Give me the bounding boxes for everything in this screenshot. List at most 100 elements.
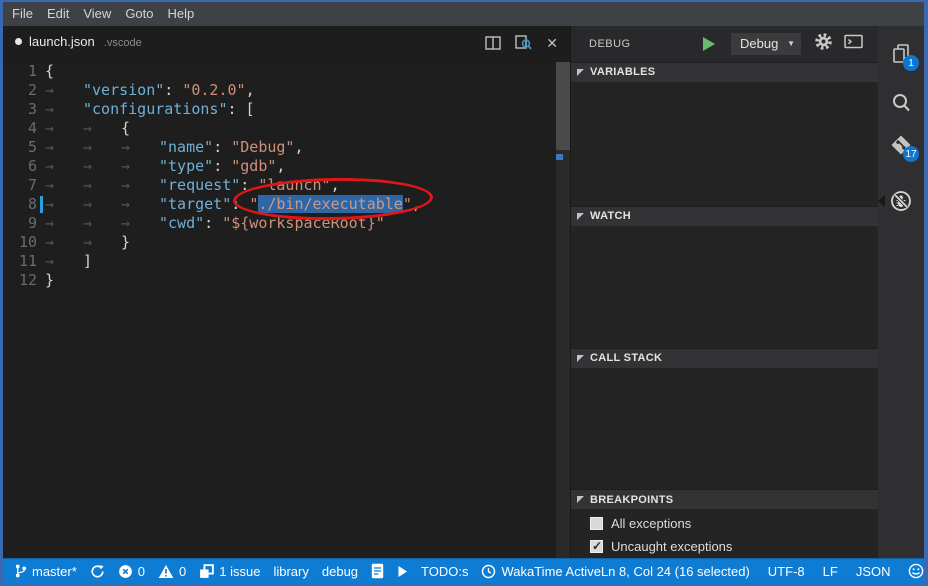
git-branch-icon xyxy=(14,563,27,579)
editor-scrollbar[interactable] xyxy=(556,62,570,558)
status-item-label: LF xyxy=(823,564,838,579)
status-item-master[interactable]: master* xyxy=(14,563,77,579)
status-bar-right: Ln 8, Col 24 (16 selected) UTF-8 LF JSON xyxy=(601,563,925,579)
files-icon[interactable]: 1 xyxy=(890,43,912,65)
status-item-play[interactable] xyxy=(397,565,408,578)
line-number[interactable]: 2 xyxy=(3,81,37,100)
status-item-debug[interactable]: debug xyxy=(322,564,358,579)
code-line-7[interactable]: 7→→→"request": "launch", xyxy=(3,176,556,195)
menu-item-view[interactable]: View xyxy=(76,2,118,26)
breakpoint-row-uncaught-exceptions[interactable]: Uncaught exceptions xyxy=(571,535,878,558)
tab-whitespace-arrow: → xyxy=(45,157,83,176)
line-number[interactable]: 1 xyxy=(3,62,37,81)
status-item-todo-file[interactable] xyxy=(371,563,384,579)
breakpoint-row-all-exceptions[interactable]: All exceptions xyxy=(571,512,878,535)
menu-item-edit[interactable]: Edit xyxy=(40,2,76,26)
line-number[interactable]: 9 xyxy=(3,214,37,233)
code-line-3[interactable]: 3→"configurations": [ xyxy=(3,100,556,119)
status-item-sync[interactable] xyxy=(90,564,105,579)
status-bar: master* 0 0 1 issue library debug TODO:s WakaTi… xyxy=(3,558,924,583)
code-token: "type" xyxy=(159,157,213,175)
code-token: : xyxy=(213,157,231,175)
line-number[interactable]: 4 xyxy=(3,119,37,138)
code-line-8[interactable]: 8→→→"target": "./bin/executable", xyxy=(3,195,556,214)
code-line-6[interactable]: 6→→→"type": "gdb", xyxy=(3,157,556,176)
status-item-0[interactable]: 0 xyxy=(118,564,145,579)
smiley-icon xyxy=(908,563,924,579)
tab-whitespace-arrow: → xyxy=(121,176,159,195)
code-token: " xyxy=(249,195,258,213)
gear-icon[interactable] xyxy=(814,32,833,56)
status-item-label: WakaTime Active xyxy=(501,564,600,579)
tab-whitespace-arrow: → xyxy=(45,119,83,138)
tab-whitespace-arrow: → xyxy=(45,252,83,271)
menu-item-file[interactable]: File xyxy=(5,2,40,26)
code-line-1[interactable]: 1{ xyxy=(3,62,556,81)
status-item-lf[interactable]: LF xyxy=(823,564,838,579)
status-item-0[interactable]: 0 xyxy=(158,564,186,579)
code-line-9[interactable]: 9→→→"cwd": "${workspaceRoot}" xyxy=(3,214,556,233)
code-token: "cwd" xyxy=(159,214,204,232)
section-header-callstack[interactable]: CALL STACK xyxy=(571,348,878,368)
start-debug-button[interactable] xyxy=(703,37,715,51)
watch-body xyxy=(571,226,878,348)
menu-item-goto[interactable]: Goto xyxy=(118,2,160,26)
code-line-10[interactable]: 10→→} xyxy=(3,233,556,252)
status-item-library[interactable]: library xyxy=(273,564,308,579)
code-line-12[interactable]: 12} xyxy=(3,271,556,290)
line-number[interactable]: 6 xyxy=(3,157,37,176)
status-item-wakatime-active[interactable]: WakaTime Active xyxy=(481,564,600,579)
line-number[interactable]: 3 xyxy=(3,100,37,119)
status-item-todo-s[interactable]: TODO:s xyxy=(421,564,468,579)
code-editor[interactable]: 1{2→"version": "0.2.0",3→"configurations… xyxy=(3,62,556,290)
checkbox-unchecked[interactable] xyxy=(590,517,603,530)
search-icon[interactable] xyxy=(890,92,912,114)
open-preview-icon[interactable] xyxy=(515,35,532,51)
status-item-1-issue[interactable]: 1 issue xyxy=(199,564,260,579)
code-token: "name" xyxy=(159,138,213,156)
section-header-variables[interactable]: VARIABLES xyxy=(571,62,878,82)
section-header-breakpoints[interactable]: BREAKPOINTS xyxy=(571,489,878,509)
open-console-icon[interactable] xyxy=(844,33,864,55)
status-item-utf-8[interactable]: UTF-8 xyxy=(768,564,805,579)
line-number[interactable]: 10 xyxy=(3,233,37,252)
tab-launch-json[interactable]: launch.json .vscode xyxy=(15,34,142,49)
status-item-ln-8-col-24-16-selected[interactable]: Ln 8, Col 24 (16 selected) xyxy=(601,564,750,579)
line-number[interactable]: 5 xyxy=(3,138,37,157)
code-line-11[interactable]: 11→] xyxy=(3,252,556,271)
code-line-5[interactable]: 5→→→"name": "Debug", xyxy=(3,138,556,157)
git-icon[interactable]: 17 xyxy=(890,134,912,156)
tab-whitespace-arrow: → xyxy=(121,157,159,176)
menu-item-help[interactable]: Help xyxy=(161,2,202,26)
close-icon[interactable]: ✕ xyxy=(546,35,558,51)
status-item-label: library xyxy=(273,564,308,579)
code-line-4[interactable]: 4→→{ xyxy=(3,119,556,138)
scrollbar-slider[interactable] xyxy=(556,62,570,150)
status-bar-left: master* 0 0 1 issue library debug TODO:s WakaTi… xyxy=(14,563,601,579)
tab-whitespace-arrow: → xyxy=(45,81,83,100)
line-number[interactable]: 11 xyxy=(3,252,37,271)
line-number[interactable]: 8 xyxy=(3,195,37,214)
debug-icon[interactable] xyxy=(890,190,912,212)
tab-whitespace-arrow: → xyxy=(121,214,159,233)
code-token: : xyxy=(204,214,222,232)
code-token: "${workspaceRoot}" xyxy=(222,214,385,232)
code-token: "configurations" xyxy=(83,100,228,118)
breakpoint-label: Uncaught exceptions xyxy=(611,539,732,554)
status-item-label: 0 xyxy=(179,564,186,579)
tab-whitespace-arrow: → xyxy=(83,176,121,195)
debug-config-dropdown[interactable]: Debug ▼ xyxy=(731,33,801,55)
checkbox-checked[interactable] xyxy=(590,540,603,553)
status-item-smiley[interactable] xyxy=(908,563,924,579)
line-number[interactable]: 7 xyxy=(3,176,37,195)
play-icon xyxy=(397,565,408,578)
split-editor-icon[interactable] xyxy=(485,36,501,50)
debug-panel-title: DEBUG xyxy=(589,38,631,50)
status-item-json[interactable]: JSON xyxy=(856,564,891,579)
tab-bar: launch.json .vscode ✕ xyxy=(3,26,570,62)
section-header-watch[interactable]: WATCH xyxy=(571,206,878,226)
code-token: : [ xyxy=(228,100,255,118)
line-number[interactable]: 12 xyxy=(3,271,37,290)
code-line-2[interactable]: 2→"version": "0.2.0", xyxy=(3,81,556,100)
status-item-label: UTF-8 xyxy=(768,564,805,579)
